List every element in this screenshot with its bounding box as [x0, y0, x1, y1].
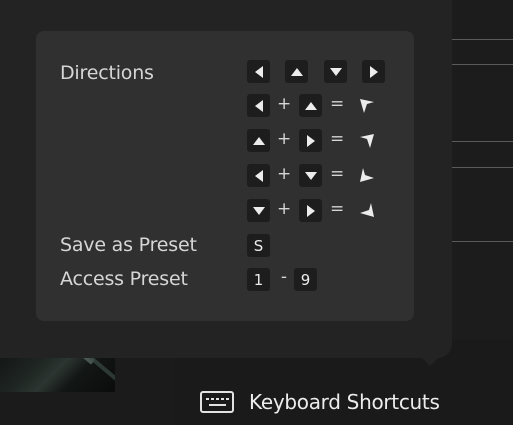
background-divider	[452, 141, 513, 142]
keyboard-icon	[200, 391, 234, 413]
background-divider	[452, 167, 513, 168]
arrow-right-icon	[362, 60, 385, 83]
range-separator: -	[280, 267, 288, 287]
popover-pointer	[420, 356, 440, 366]
diagonal-down-right-icon	[360, 203, 374, 217]
background-divider	[452, 241, 513, 242]
diagonal-down-left-icon	[360, 168, 374, 182]
keyboard-shortcuts-button[interactable]: Keyboard Shortcuts	[200, 385, 460, 419]
diagonal-up-right-icon	[360, 134, 374, 148]
arrow-down-icon	[299, 164, 322, 187]
equals-sign: =	[330, 129, 345, 149]
arrow-left-icon	[247, 60, 270, 83]
arrow-left-icon	[247, 164, 270, 187]
preset-key-9: 9	[294, 268, 317, 291]
keyboard-shortcuts-label: Keyboard Shortcuts	[249, 390, 440, 414]
plus-sign: +	[277, 164, 292, 184]
keyboard-shortcuts-popover: Directions + = + = + = + = Save as Prese…	[0, 0, 452, 358]
access-preset-label: Access Preset	[60, 268, 188, 290]
equals-sign: =	[330, 94, 345, 114]
plus-sign: +	[277, 199, 292, 219]
save-preset-key: S	[247, 234, 270, 257]
save-preset-label: Save as Preset	[60, 234, 197, 256]
shortcuts-panel: Directions + = + = + = + = Save as Prese…	[36, 31, 414, 321]
arrow-down-icon	[324, 60, 347, 83]
arrow-down-icon	[247, 199, 270, 222]
plus-sign: +	[277, 94, 292, 114]
arrow-up-icon	[247, 129, 270, 152]
background-divider	[452, 64, 513, 65]
directions-label: Directions	[60, 62, 154, 84]
arrow-up-icon	[299, 94, 322, 117]
equals-sign: =	[330, 164, 345, 184]
arrow-right-icon	[299, 199, 322, 222]
arrow-left-icon	[247, 94, 270, 117]
plus-sign: +	[277, 129, 292, 149]
background-divider	[452, 39, 513, 40]
diagonal-up-left-icon	[360, 99, 374, 113]
arrow-up-icon	[285, 60, 308, 83]
arrow-right-icon	[299, 129, 322, 152]
preset-key-1: 1	[247, 268, 270, 291]
equals-sign: =	[330, 199, 345, 219]
